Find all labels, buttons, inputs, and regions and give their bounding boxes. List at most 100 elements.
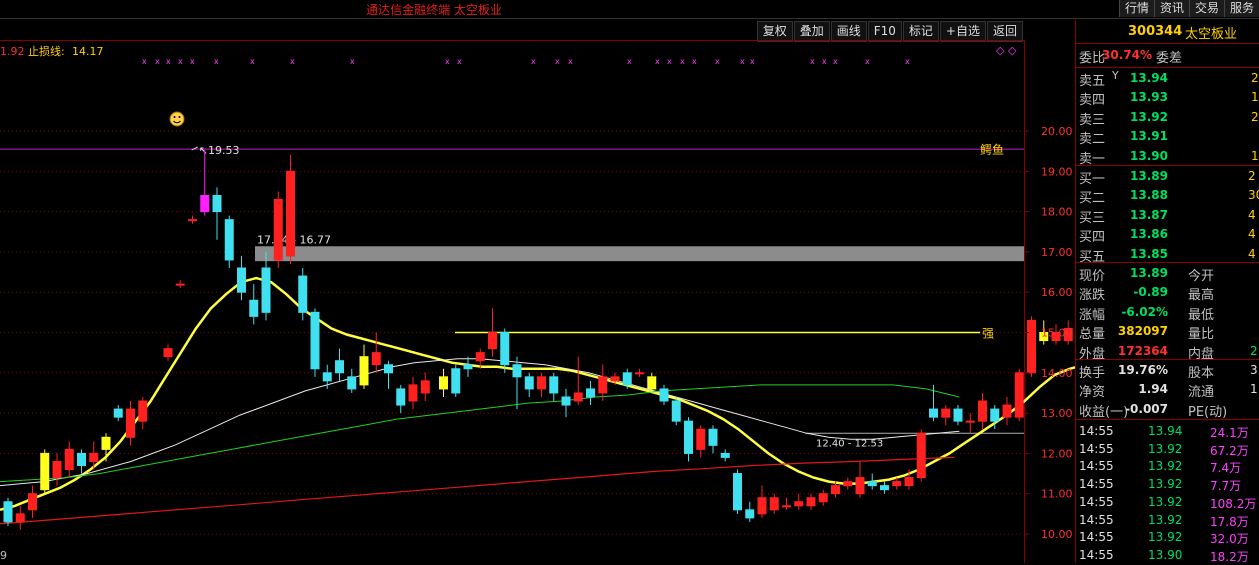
bid-row-1: 买一 13.89 2 — [1076, 167, 1259, 187]
candle-body — [371, 352, 381, 366]
stat-row: 外盘 172364 内盘 2 — [1076, 342, 1259, 362]
signal-marker: x — [627, 57, 632, 66]
stat2-label2: 流通 — [1188, 385, 1215, 401]
tick-volume: 17.8万 — [1210, 514, 1249, 529]
candle-body — [500, 332, 510, 366]
y-tick-label: 18.00 — [1041, 206, 1073, 219]
candle-body — [249, 299, 259, 317]
tab-market[interactable]: 行情 — [1118, 0, 1154, 17]
stat2-extra: 3 — [1250, 363, 1258, 377]
candle-body — [659, 388, 669, 402]
bid-label: 买三 — [1079, 210, 1106, 226]
bid-volume: 4 — [1248, 207, 1256, 222]
candle — [708, 425, 718, 454]
signal-marker: x — [833, 57, 838, 66]
tab-news[interactable]: 资讯 — [1153, 0, 1189, 17]
candle — [684, 417, 693, 462]
stat-row: 涨幅 -6.02% 最低 — [1076, 303, 1259, 323]
tick-row: 14:55 13.92 108.2万 — [1076, 493, 1259, 511]
candle — [757, 485, 767, 518]
candle — [371, 332, 381, 373]
tick-price: 13.92 — [1148, 530, 1183, 545]
ask-row-5: 卖五 13.94 2 Y — [1076, 69, 1259, 89]
candle-body — [671, 400, 681, 422]
stat2-row: 收益(一) -0.007 PE(动) — [1076, 400, 1259, 420]
candle — [867, 473, 877, 490]
stat2-extra: 1 — [1250, 382, 1258, 397]
candle-body — [101, 436, 111, 450]
diamond-glyphs: ◇ ◇ — [996, 44, 1017, 57]
stat-label2: 最低 — [1188, 307, 1215, 323]
tick-time: 14:55 — [1079, 530, 1114, 545]
bid-price: 13.85 — [1130, 246, 1168, 261]
candle — [880, 481, 889, 494]
tab-service[interactable]: 服务 — [1223, 0, 1259, 17]
stat2-value: 1.94 — [1138, 382, 1168, 397]
candle — [249, 284, 259, 325]
candle — [512, 356, 522, 410]
signal-marker: x — [178, 57, 183, 66]
candle-body — [420, 380, 430, 394]
tick-time: 14:55 — [1079, 477, 1114, 492]
kline-chart[interactable]: 鳄鱼17.14 - 16.77强12.40 - 12.53↖19.53 xxxx… — [0, 0, 1075, 563]
tick-volume: 18.2万 — [1210, 549, 1249, 564]
bid-price: 13.86 — [1130, 227, 1168, 242]
candle-body — [40, 452, 50, 491]
bid-volume: 4 — [1248, 246, 1256, 261]
candle — [916, 429, 926, 482]
smiley-icon — [169, 111, 185, 127]
ask-volume: 17 — [1251, 148, 1259, 163]
candle — [549, 372, 559, 402]
candle — [573, 356, 583, 406]
tick-row: 14:55 13.92 17.8万 — [1076, 511, 1259, 529]
stat-label: 涨跌 — [1079, 288, 1106, 304]
candle-body — [855, 477, 865, 495]
candle-body — [745, 509, 755, 519]
candle-body — [806, 497, 816, 507]
candle-body — [163, 348, 173, 358]
candle — [696, 425, 706, 458]
ask-label: 卖五 — [1079, 74, 1106, 89]
stat-label2: 最高 — [1188, 288, 1215, 304]
tick-row: 14:55 13.92 7.4万 — [1076, 457, 1259, 475]
candle-body — [916, 432, 926, 479]
candle — [794, 493, 804, 510]
bid-row-2: 买二 13.88 30 — [1076, 186, 1259, 206]
y-tick-label: 15.00 — [1041, 327, 1073, 340]
ma-line-ma5 — [0, 276, 1075, 512]
candle-body — [941, 408, 951, 418]
candle-body — [769, 497, 779, 511]
candle-body — [384, 364, 393, 374]
candle-body — [1027, 319, 1036, 374]
stock-name: 太空板业 — [1185, 27, 1238, 42]
stat2-label: 净资 — [1079, 385, 1106, 401]
signal-marker: x — [166, 57, 171, 66]
candle-body — [488, 332, 497, 350]
x-axis-fragment: 9 — [0, 549, 7, 562]
candle — [101, 433, 111, 462]
candle-body — [818, 493, 828, 503]
candle-body — [990, 408, 1000, 422]
candle — [720, 449, 730, 462]
y-tick-label: 20.00 — [1041, 125, 1073, 138]
signal-marker: x — [350, 57, 355, 66]
tick-price: 13.92 — [1148, 459, 1183, 474]
candle — [359, 344, 369, 389]
tick-price: 13.94 — [1148, 424, 1183, 438]
candle — [335, 348, 344, 381]
signal-marker: x — [667, 57, 672, 66]
y-tick-label: 12.00 — [1041, 447, 1073, 460]
ask5-glyph: Y — [1112, 69, 1119, 82]
candle — [175, 280, 185, 289]
candle — [745, 501, 755, 522]
candle — [855, 461, 865, 498]
tab-trade[interactable]: 交易 — [1188, 0, 1224, 17]
stat2-label: 换手 — [1079, 366, 1106, 381]
tick-price: 13.92 — [1148, 441, 1183, 456]
stat2-value: 19.76% — [1118, 363, 1168, 377]
tick-row: 14:55 13.92 67.2万 — [1076, 440, 1259, 458]
candle-body — [965, 420, 975, 423]
stop-loss-label: 止损线: — [28, 44, 65, 58]
candle-body — [77, 452, 86, 466]
magenta-line-label: 鳄鱼 — [980, 143, 1004, 157]
